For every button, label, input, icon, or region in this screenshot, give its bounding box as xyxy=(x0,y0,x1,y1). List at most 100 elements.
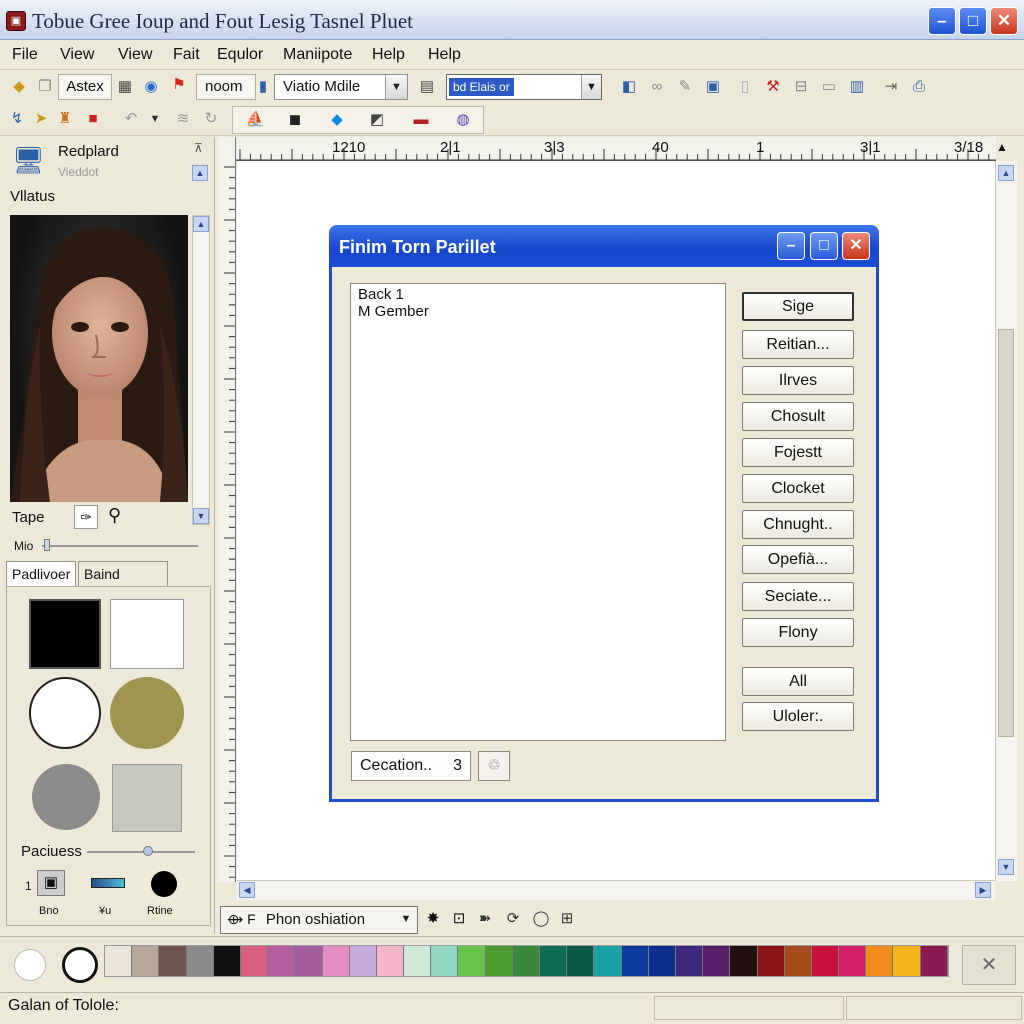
magnifier-icon[interactable]: ⚲ xyxy=(108,505,121,526)
gradient-tool-icon[interactable] xyxy=(91,878,125,888)
cube-icon[interactable]: ◆ xyxy=(326,109,348,131)
arrows-icon[interactable]: ⇥ xyxy=(880,76,902,98)
scroll-up-icon[interactable]: ▲ xyxy=(998,165,1014,181)
white-circle-swatch[interactable] xyxy=(29,677,101,749)
tools-icon[interactable]: ⚒ xyxy=(762,76,784,98)
dialog-close-button[interactable]: ✕ xyxy=(842,232,870,260)
scroll-thumb[interactable] xyxy=(998,329,1014,737)
film-icon[interactable]: ▬ xyxy=(410,109,432,131)
highlight-field[interactable]: bd Elais or ▼ xyxy=(446,74,602,100)
dialog-maximize-button[interactable]: □ xyxy=(810,232,838,260)
ellipse-icon[interactable]: ◯ xyxy=(530,908,552,930)
palette-color[interactable] xyxy=(105,946,133,976)
paciuess-slider[interactable] xyxy=(87,851,195,853)
gray-circle-swatch[interactable] xyxy=(32,764,100,830)
circle-tool-icon[interactable] xyxy=(151,871,177,897)
grid-icon[interactable]: ▦ xyxy=(114,76,136,98)
zoom-icon[interactable]: ▮ xyxy=(256,76,270,98)
scroll-up-icon[interactable]: ▲ xyxy=(192,165,208,181)
camera-icon[interactable]: ⊟ xyxy=(790,76,812,98)
clipboard-icon[interactable]: ▥ xyxy=(846,76,868,98)
undo-icon[interactable]: ↶ xyxy=(120,108,142,130)
palette-color[interactable] xyxy=(648,946,676,976)
ilrves-button[interactable]: Ilrves xyxy=(742,366,854,395)
black-swatch[interactable] xyxy=(29,599,101,669)
mio-slider[interactable] xyxy=(42,545,198,547)
menu-manipulate[interactable]: Maniipote xyxy=(283,46,352,64)
photo-icon[interactable]: ▭ xyxy=(818,76,840,98)
scroll-down-icon[interactable]: ▼ xyxy=(193,508,209,524)
palette-color[interactable] xyxy=(349,946,377,976)
tab-padlivoer[interactable]: Padlivoer xyxy=(6,561,76,587)
photo-scrollbar[interactable]: ▲ ▼ xyxy=(192,215,210,525)
minimize-button[interactable]: – xyxy=(928,7,956,35)
all-button[interactable]: All xyxy=(742,667,854,696)
menu-edit[interactable]: Fait xyxy=(173,46,200,64)
palette-color[interactable] xyxy=(730,946,758,976)
palette-color[interactable] xyxy=(839,946,867,976)
world-icon[interactable]: ◍ xyxy=(452,109,474,131)
stack-icon[interactable]: ≋ xyxy=(172,108,194,130)
noom-button[interactable]: noom xyxy=(196,74,256,100)
bottle-icon[interactable]: ▯ xyxy=(734,76,756,98)
light-gray-swatch[interactable] xyxy=(112,764,182,832)
uloler-button[interactable]: Uloler:. xyxy=(742,702,854,731)
palette-color[interactable] xyxy=(295,946,323,976)
image-icon[interactable]: ◩ xyxy=(366,109,388,131)
list-item[interactable]: Back 1 xyxy=(358,286,718,303)
node-icon[interactable]: ⊞ xyxy=(556,908,578,930)
palette-color[interactable] xyxy=(240,946,269,976)
flony-button[interactable]: Flony xyxy=(742,618,854,647)
palette-color[interactable] xyxy=(404,946,432,976)
aster-button[interactable]: Astex xyxy=(58,74,112,100)
scroll-up-icon[interactable]: ▲ xyxy=(193,216,209,232)
palette-color[interactable] xyxy=(675,946,704,976)
chevron-down-icon[interactable]: ▼ xyxy=(144,108,166,130)
tab-baind-insiwn[interactable]: Baind Insiwn xyxy=(78,561,168,606)
palette-color[interactable] xyxy=(567,946,595,976)
forward-icon[interactable]: ➽ xyxy=(474,908,496,930)
clocket-button[interactable]: Clocket xyxy=(742,474,854,503)
palette-color[interactable] xyxy=(811,946,840,976)
maximize-button[interactable]: □ xyxy=(959,7,987,35)
palette-color[interactable] xyxy=(540,946,568,976)
olive-circle-swatch[interactable] xyxy=(110,677,184,749)
globe-icon[interactable]: ◉ xyxy=(140,76,162,98)
fill-color-well[interactable] xyxy=(14,949,46,981)
menu-help[interactable]: Help xyxy=(372,46,405,64)
chosult-button[interactable]: Chosult xyxy=(742,402,854,431)
stroke-color-well[interactable] xyxy=(62,947,98,983)
star-burst-icon[interactable]: ✸ xyxy=(422,908,444,930)
canvas-vertical-scrollbar[interactable]: ▲ ▼ xyxy=(995,161,1017,881)
brush-tool-icon[interactable]: ▣ xyxy=(37,870,65,896)
window-icon[interactable]: ▣ xyxy=(702,76,724,98)
case-icon[interactable]: ◼ xyxy=(284,109,306,131)
menu-file[interactable]: File xyxy=(12,46,38,64)
cursor-icon[interactable]: ➤ xyxy=(30,108,52,130)
layers-icon[interactable]: ▤ xyxy=(416,76,438,98)
reitian-button[interactable]: Reitian... xyxy=(742,330,854,359)
palette-color[interactable] xyxy=(376,946,405,976)
mode-select[interactable]: Viatio Mdile ▼ xyxy=(274,74,408,100)
lasso-icon[interactable]: ↯ xyxy=(6,108,28,130)
ruler-up-icon[interactable]: ▲ xyxy=(996,140,1008,154)
palette-color[interactable] xyxy=(159,946,187,976)
paciuess-slider-thumb[interactable] xyxy=(143,846,153,856)
menu-equlor[interactable]: Equlor xyxy=(217,46,263,64)
palette-color[interactable] xyxy=(920,946,948,976)
printer-icon[interactable]: ⎙ xyxy=(908,76,930,98)
scroll-down-icon[interactable]: ▼ xyxy=(998,859,1014,875)
scroll-right-icon[interactable]: ▶ xyxy=(975,882,991,898)
palette-color[interactable] xyxy=(703,946,731,976)
palette-color[interactable] xyxy=(458,946,486,976)
palette-color[interactable] xyxy=(485,946,513,976)
rotate-icon[interactable]: ⟳ xyxy=(502,908,524,930)
dialog-minimize-button[interactable]: – xyxy=(777,232,805,260)
palette-color[interactable] xyxy=(512,946,540,976)
palette-color[interactable] xyxy=(866,946,894,976)
shapes-icon[interactable]: ◧ xyxy=(618,76,640,98)
frame-icon[interactable]: ⊡ xyxy=(448,908,470,930)
dialog-status-field[interactable]: Cecation.. 3 xyxy=(351,751,471,781)
paint-icon[interactable]: ◆ xyxy=(8,76,30,98)
opefia-button[interactable]: Opefià... xyxy=(742,545,854,574)
